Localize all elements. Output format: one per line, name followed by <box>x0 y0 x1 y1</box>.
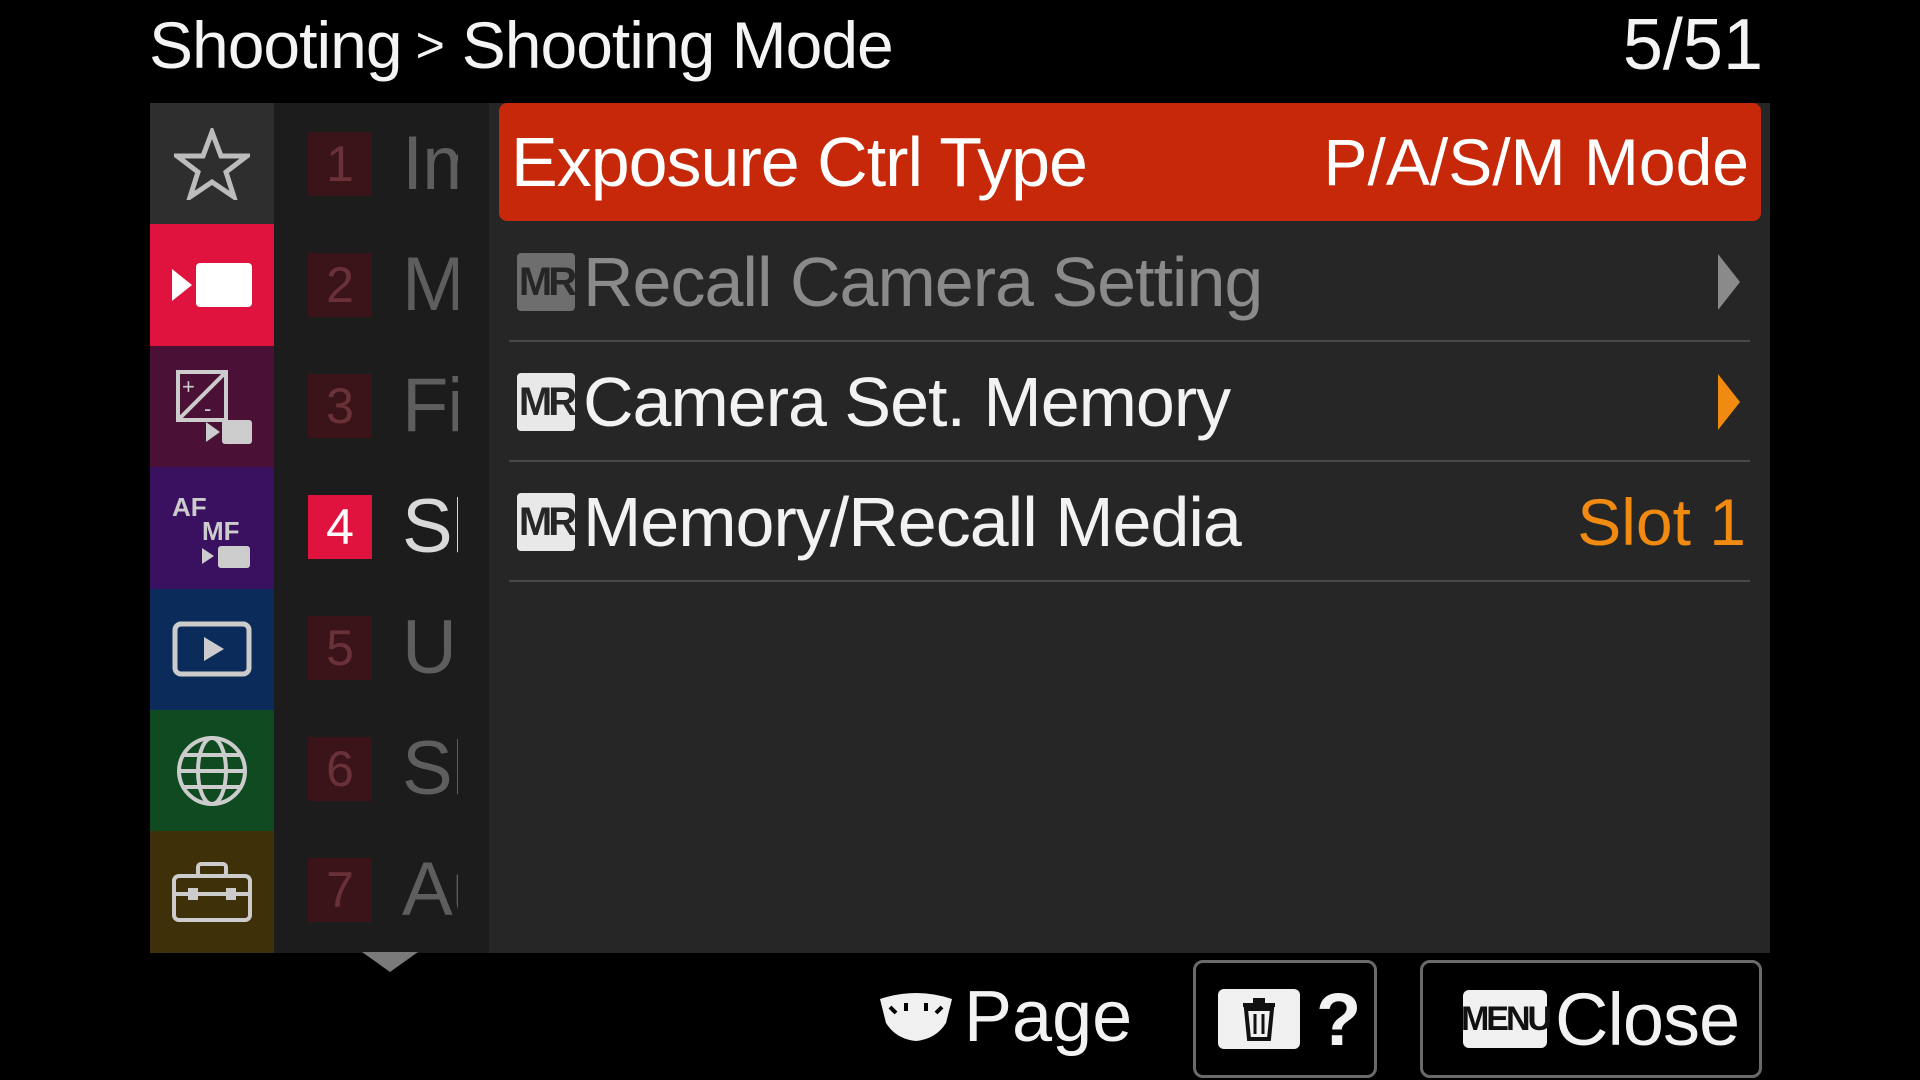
category-network[interactable] <box>150 709 274 832</box>
subtab-3[interactable]: 3 Fi <box>274 345 489 466</box>
subtab-number: 4 <box>308 494 372 559</box>
category-shooting[interactable] <box>150 224 274 346</box>
category-setup[interactable] <box>150 831 274 953</box>
subtab-1[interactable]: 1 Im <box>274 103 489 224</box>
menu-item-value: Slot 1 <box>1577 485 1746 559</box>
category-rail: + - AF MF <box>150 103 274 953</box>
breadcrumb: Shooting > Shooting Mode <box>149 6 894 84</box>
subtab-number: 5 <box>308 615 372 680</box>
subtab-name: Au <box>402 847 458 932</box>
menu-item-label: Recall Camera Setting <box>583 243 1263 321</box>
page-label: Page <box>964 977 1133 1057</box>
close-button[interactable]: MENU Close <box>1420 960 1762 1078</box>
subtab-name: Im <box>402 121 458 206</box>
subtab-number: 1 <box>308 131 372 196</box>
menu-list: Exposure Ctrl Type P/A/S/M Mode MR Recal… <box>489 103 1770 953</box>
mr-icon: MR <box>517 253 577 311</box>
subtab-number: 7 <box>308 857 372 922</box>
page-title: Shooting Mode <box>461 8 894 82</box>
menu-item-camera-set-memory[interactable]: MR Camera Set. Memory <box>509 343 1750 462</box>
subtab-4[interactable]: 4 Sh <box>274 466 489 587</box>
subtab-6[interactable]: 6 Sh <box>274 708 489 829</box>
menu-item-label: Exposure Ctrl Type <box>511 123 1088 201</box>
subtab-7[interactable]: 7 Au <box>274 829 489 950</box>
subtab-number: 2 <box>308 252 372 317</box>
menu-item-exposure-ctrl-type[interactable]: Exposure Ctrl Type P/A/S/M Mode <box>499 103 1761 221</box>
menu-item-label: Camera Set. Memory <box>583 363 1231 441</box>
menu-item-label: Memory/Recall Media <box>583 483 1242 561</box>
subtab-name: Fi <box>402 363 458 448</box>
control-wheel-icon <box>880 993 952 1041</box>
menu-badge-icon: MENU <box>1461 990 1552 1048</box>
menu-item-recall-camera-setting[interactable]: MR Recall Camera Setting <box>509 223 1750 342</box>
svg-text:MF: MF <box>202 516 240 546</box>
subtab-2[interactable]: 2 M <box>274 224 489 345</box>
category-exposure-color[interactable]: + - <box>150 345 274 468</box>
svg-text:+: + <box>182 374 195 399</box>
menu-item-value: P/A/S/M Mode <box>1323 125 1750 199</box>
chevron-right-icon <box>1718 374 1740 430</box>
subtab-name: Sh <box>402 726 458 811</box>
subtab-name: Sh <box>402 484 458 569</box>
mr-icon: MR <box>517 493 577 551</box>
playback-icon <box>172 621 252 677</box>
close-label: Close <box>1555 977 1740 1061</box>
svg-text:-: - <box>204 396 211 421</box>
menu-item-memory-recall-media[interactable]: MR Memory/Recall Media Slot 1 <box>509 463 1750 582</box>
help-label: ? <box>1316 977 1362 1061</box>
star-icon <box>174 127 250 200</box>
subtab-name: Us <box>402 605 458 690</box>
subtab-name: M <box>402 242 458 327</box>
network-globe-icon <box>177 735 247 806</box>
category-focus[interactable]: AF MF <box>150 467 274 589</box>
mr-icon: MR <box>517 373 577 431</box>
movie-camera-icon <box>172 263 252 308</box>
breadcrumb-separator: > <box>415 17 445 73</box>
scroll-down-icon <box>362 952 418 972</box>
delete-help-button[interactable]: ? <box>1193 960 1377 1078</box>
subtab-column: 1 Im 2 M 3 Fi 4 Sh 5 Us 6 Sh 7 Au <box>274 103 489 953</box>
subtab-number: 3 <box>308 373 372 438</box>
page-hint: Page <box>876 975 1132 1059</box>
breadcrumb-root: Shooting <box>149 8 403 82</box>
toolbox-icon <box>172 862 252 923</box>
page-counter: 5/51 <box>1622 5 1763 85</box>
subtab-5[interactable]: 5 Us <box>274 587 489 708</box>
af-mf-icon: AF MF <box>172 492 250 568</box>
category-playback[interactable] <box>150 588 274 710</box>
exposure-color-icon: + - <box>176 370 252 445</box>
chevron-right-icon <box>1718 254 1740 310</box>
category-my-menu[interactable] <box>150 103 274 225</box>
trash-icon <box>1218 989 1300 1049</box>
subtab-number: 6 <box>308 736 372 801</box>
